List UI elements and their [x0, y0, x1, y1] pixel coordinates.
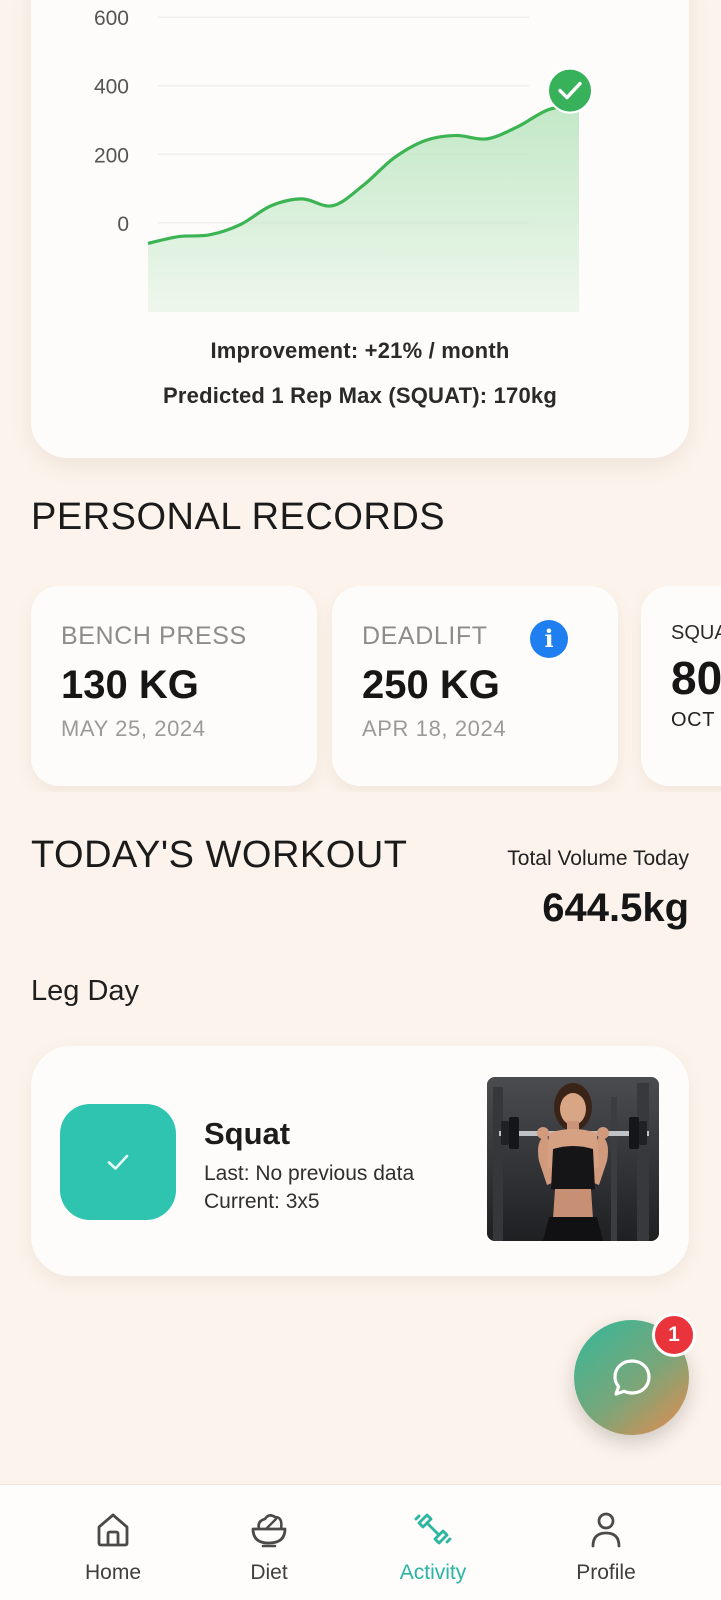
y-tick-label: 400 — [94, 76, 129, 99]
y-tick-label: 600 — [94, 7, 129, 30]
nav-label: Diet — [250, 1561, 288, 1584]
nav-label: Home — [84, 1561, 142, 1584]
dumbbell-icon — [414, 1513, 452, 1545]
record-name: BENCH PRESS — [61, 622, 247, 650]
nav-label: Profile — [576, 1561, 636, 1584]
record-card-deadlift[interactable]: DEADLIFT 250 KG APR 18, 2024 i — [332, 586, 618, 786]
nav-label: Activity — [399, 1561, 467, 1584]
y-tick-label: 0 — [117, 213, 129, 236]
record-card-squat[interactable]: SQUA 80 OCT 2 — [641, 586, 721, 786]
exercise-photo — [487, 1077, 659, 1241]
todays-workout-title: TODAY'S WORKOUT — [31, 834, 408, 876]
predicted-1rm-text: Predicted 1 Rep Max (SQUAT): 170kg — [163, 383, 557, 408]
record-name: SQUA — [671, 622, 721, 644]
record-value: 250 KG — [362, 663, 500, 707]
record-value: 80 — [671, 652, 721, 704]
chat-bubble-icon — [612, 1358, 651, 1396]
workout-day-label: Leg Day — [31, 975, 140, 1007]
y-tick-label: 200 — [94, 144, 129, 167]
person-icon — [591, 1512, 621, 1548]
nav-profile[interactable]: Profile — [536, 1485, 676, 1600]
exercise-name: Squat — [204, 1116, 291, 1151]
check-icon — [107, 1154, 129, 1170]
record-date: MAY 25, 2024 — [61, 716, 206, 741]
personal-records-title: PERSONAL RECORDS — [31, 496, 446, 538]
exercise-complete-toggle[interactable] — [60, 1104, 176, 1220]
area-fill — [148, 104, 579, 312]
salad-bowl-icon — [251, 1514, 287, 1548]
chat-notification-badge: 1 — [652, 1313, 696, 1357]
record-card-bench-press[interactable]: BENCH PRESS 130 KG MAY 25, 2024 — [31, 586, 317, 786]
total-volume-label: Total Volume Today — [507, 847, 689, 870]
nav-home[interactable]: Home — [43, 1485, 183, 1600]
home-icon — [97, 1513, 129, 1547]
nav-activity[interactable]: Activity — [363, 1485, 503, 1600]
improvement-text: Improvement: +21% / month — [210, 338, 510, 363]
record-date: APR 18, 2024 — [362, 716, 507, 741]
record-value: 130 KG — [61, 663, 199, 707]
nav-diet[interactable]: Diet — [199, 1485, 339, 1600]
progress-chart-card: 600 400 200 0 Improvement: +21% / month Pre… — [31, 0, 689, 458]
total-volume-value: 644.5kg — [542, 886, 689, 930]
record-date: OCT 2 — [671, 709, 721, 731]
exercise-current: Current: 3x5 — [204, 1190, 320, 1213]
exercise-card-squat[interactable]: Squat Last: No previous data Current: 3x… — [31, 1046, 689, 1276]
bottom-nav: Home Diet Activity Profile — [0, 1484, 721, 1600]
records-carousel[interactable]: BENCH PRESS 130 KG MAY 25, 2024 DEADLIFT… — [0, 586, 721, 792]
info-icon[interactable]: i — [530, 620, 568, 658]
exercise-last: Last: No previous data — [204, 1162, 415, 1185]
check-icon — [547, 67, 593, 114]
